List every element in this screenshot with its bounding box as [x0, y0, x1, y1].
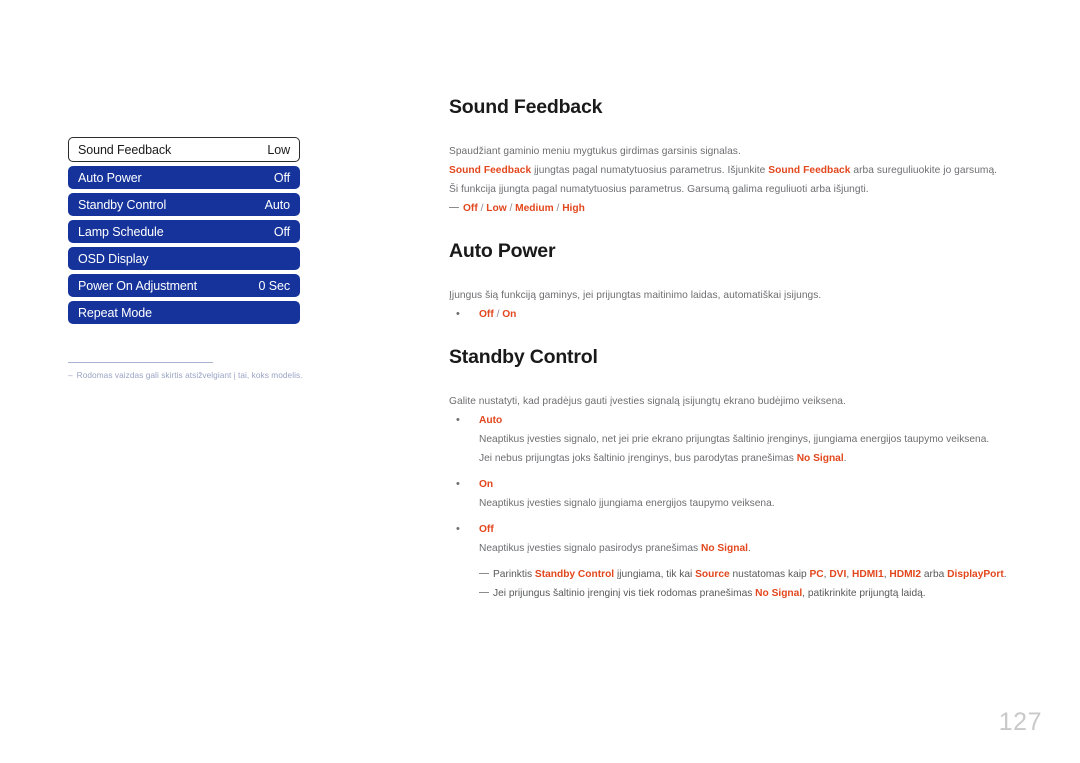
option-on: On [502, 309, 517, 320]
accent-term-no-signal: No Signal [700, 543, 748, 554]
osd-row-sound-feedback[interactable]: Sound Feedback Low [68, 137, 300, 162]
osd-row-value: Off [273, 224, 290, 239]
paragraph-text: Galite nustatyti, kad pradėjus gauti įve… [449, 396, 846, 407]
paragraph-text: . [843, 453, 847, 464]
osd-row-label: OSD Display [78, 251, 149, 266]
option-low: Low [486, 203, 507, 214]
note-segment: nustatomas kaip [729, 569, 810, 580]
paragraph-auto-power-1: Įjungus šią funkciją gaminys, jei prijun… [449, 286, 1014, 305]
list-item-off: • Off [449, 520, 1014, 539]
option-values: Off / On [479, 305, 1014, 324]
note-segment: įjungiama, tik kai [614, 569, 696, 580]
paragraph-text: . [747, 543, 751, 554]
paragraph-sound-feedback-3: Ši funkcija įjungta pagal numatytuosius … [449, 180, 1014, 199]
accent-term-hdmi2: HDMI2 [889, 569, 922, 580]
list-item-title: On [479, 479, 494, 490]
note-segment: . [1003, 569, 1007, 580]
option-medium: Medium [515, 203, 554, 214]
footnote-line: – Rodomas vaizdas gali skirtis atsižvelg… [68, 370, 313, 381]
page-title-standby-control: Standby Control [449, 346, 598, 368]
accent-term-no-signal: No Signal [755, 588, 803, 599]
paragraph-text: įjungtas pagal numatytuosius parametrus.… [531, 165, 769, 176]
paragraph-text: Spaudžiant gaminio meniu mygtukus girdim… [449, 146, 741, 157]
osd-row-label: Sound Feedback [78, 142, 172, 157]
osd-row-standby-control[interactable]: Standby Control Auto [68, 193, 300, 216]
paragraph-text: Neaptikus įvesties signalo įjungiama ene… [479, 498, 775, 509]
option-list-auto-power: • Off / On [449, 305, 1014, 324]
osd-footnote: – Rodomas vaizdas gali skirtis atsižvelg… [68, 362, 313, 381]
accent-term-sound-feedback: Sound Feedback [449, 165, 532, 176]
accent-term-no-signal: No Signal [796, 453, 844, 464]
page-title-auto-power: Auto Power [449, 240, 556, 262]
list-item-title: Off [479, 524, 494, 535]
option-off: Off [479, 309, 494, 320]
paragraph-sound-feedback-2: Sound Feedback įjungtas pagal numatytuos… [449, 161, 1014, 180]
list-item-auto-line2: Jei nebus prijungtas joks šaltinio įreng… [449, 449, 1014, 468]
note-text: Parinktis Standby Control įjungiama, tik… [493, 565, 1014, 584]
list-item-title: Auto [479, 415, 503, 426]
accent-term-dvi: DVI [829, 569, 847, 580]
bullet-marker-icon: • [456, 414, 460, 426]
dash-marker-icon [479, 584, 490, 593]
page-number: 127 [998, 708, 1042, 736]
paragraph-text: Jei nebus prijungtas joks šaltinio įreng… [479, 453, 797, 464]
note-standby-control-2: Jei prijungus šaltinio įrenginį vis tiek… [449, 584, 1014, 603]
osd-row-lamp-schedule[interactable]: Lamp Schedule Off [68, 220, 300, 243]
osd-row-auto-power[interactable]: Auto Power Off [68, 166, 300, 189]
paragraph-text: Įjungus šią funkciją gaminys, jei prijun… [449, 290, 822, 301]
note-text: Jei prijungus šaltinio įrenginį vis tiek… [493, 584, 1014, 603]
osd-row-label: Standby Control [78, 197, 167, 212]
paragraph-text: Neaptikus įvesties signalo pasirodys pra… [479, 543, 701, 554]
accent-term-displayport: DisplayPort [947, 569, 1004, 580]
osd-row-value: 0 Sec [258, 278, 291, 293]
footnote-text: Rodomas vaizdas gali skirtis atsižvelgia… [76, 370, 303, 380]
note-segment: Jei prijungus šaltinio įrenginį vis tiek… [493, 588, 756, 599]
bullet-marker-icon: • [456, 308, 460, 320]
paragraph-text: Ši funkcija įjungta pagal numatytuosius … [449, 184, 869, 195]
document-content: Sound Feedback Spaudžiant gaminio meniu … [449, 96, 1014, 603]
osd-row-value: Off [273, 170, 290, 185]
osd-row-osd-display[interactable]: OSD Display [68, 247, 300, 270]
dash-marker-icon [449, 199, 460, 208]
bullet-marker-icon: • [456, 478, 460, 490]
osd-row-repeat-mode[interactable]: Repeat Mode [68, 301, 300, 324]
osd-row-label: Repeat Mode [78, 305, 152, 320]
paragraph-sound-feedback-1: Spaudžiant gaminio meniu mygtukus girdim… [449, 142, 1014, 161]
list-item-auto-line1: Neaptikus įvesties signalo, net jei prie… [449, 430, 1014, 449]
osd-row-value: Low [267, 142, 290, 157]
list-item-off-line1: Neaptikus įvesties signalo pasirodys pra… [449, 539, 1014, 558]
paragraph-text: arba sureguliuokite jo garsumą. [850, 165, 998, 176]
accent-term-hdmi1: HDMI1 [851, 569, 884, 580]
note-standby-control-1: Parinktis Standby Control įjungiama, tik… [449, 565, 1014, 584]
dash-marker-icon [479, 565, 490, 574]
osd-row-value: Auto [264, 197, 290, 212]
accent-term-standby-control: Standby Control [534, 569, 615, 580]
dash-marker-icon: – [68, 370, 73, 380]
option-values: Off / Low / Medium / High [463, 199, 1014, 218]
accent-term-source: Source [695, 569, 730, 580]
option-list-sound-feedback: Off / Low / Medium / High [449, 199, 1014, 218]
option-off: Off [463, 203, 478, 214]
footnote-divider [68, 362, 213, 363]
paragraph-text: Neaptikus įvesties signalo, net jei prie… [479, 434, 990, 445]
bullet-marker-icon: • [456, 523, 460, 535]
list-item-on: • On [449, 475, 1014, 494]
note-segment: arba [921, 569, 948, 580]
accent-term-sound-feedback-2: Sound Feedback [768, 165, 851, 176]
osd-row-label: Auto Power [78, 170, 142, 185]
note-segment: Parinktis [493, 569, 535, 580]
option-high: High [562, 203, 585, 214]
osd-row-power-on-adjustment[interactable]: Power On Adjustment 0 Sec [68, 274, 300, 297]
list-item-auto: • Auto [449, 411, 1014, 430]
accent-term-pc: PC [809, 569, 824, 580]
osd-menu-mockup: Sound Feedback Low Auto Power Off Standb… [68, 137, 300, 328]
note-segment: , patikrinkite prijungtą laidą. [802, 588, 926, 599]
osd-row-label: Power On Adjustment [78, 278, 197, 293]
page-title-sound-feedback: Sound Feedback [449, 96, 603, 118]
list-item-on-line1: Neaptikus įvesties signalo įjungiama ene… [449, 494, 1014, 513]
paragraph-standby-control-1: Galite nustatyti, kad pradėjus gauti įve… [449, 392, 1014, 411]
osd-row-label: Lamp Schedule [78, 224, 164, 239]
